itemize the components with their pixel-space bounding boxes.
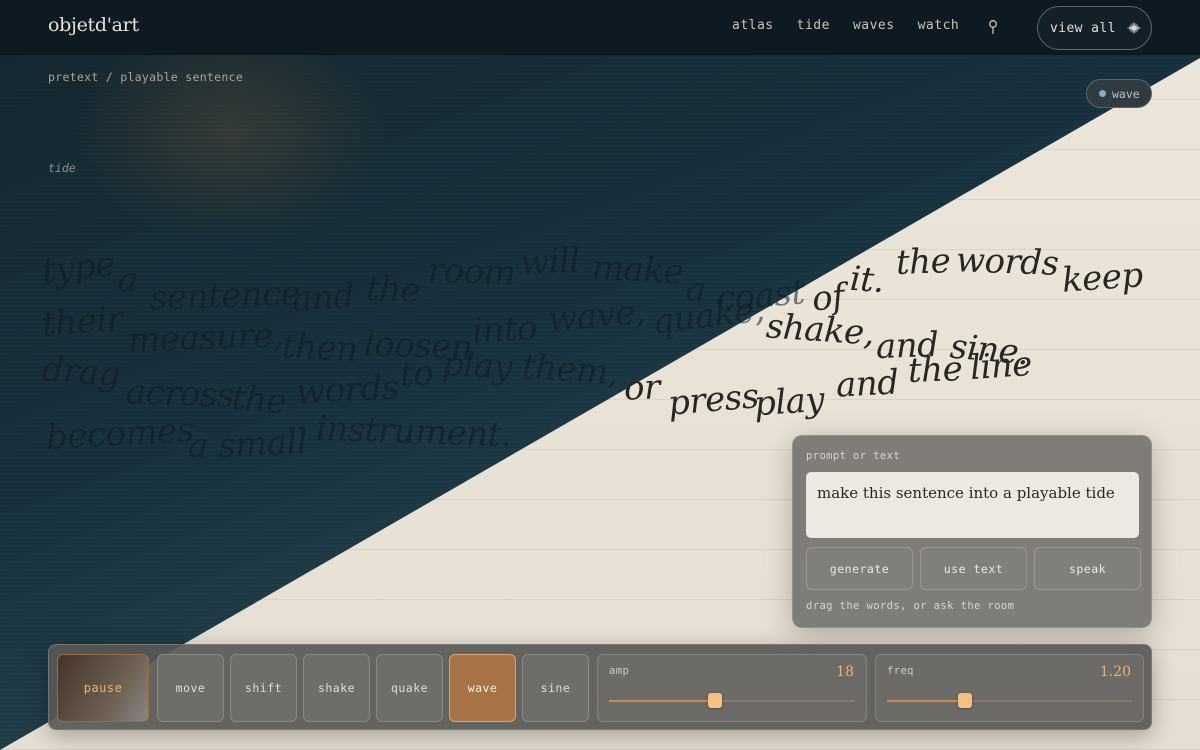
sentence-word[interactable]: their: [41, 299, 124, 345]
sentence-word[interactable]: shake,: [765, 306, 876, 353]
freq-thumb[interactable]: [958, 693, 973, 708]
freq-track[interactable]: [887, 693, 1132, 708]
sentence-word[interactable]: them,: [521, 347, 620, 394]
sentence-word[interactable]: play: [441, 344, 513, 388]
prompt-actions: generate use text speak: [806, 547, 1141, 590]
amp-label: amp: [609, 665, 630, 677]
sentence-word[interactable]: keep: [1061, 255, 1144, 301]
amp-fill: [609, 700, 715, 702]
sentence-word[interactable]: becomes: [45, 410, 195, 458]
mode-button-wave[interactable]: wave: [449, 654, 516, 722]
amp-thumb[interactable]: [707, 693, 722, 708]
use-text-button[interactable]: use text: [920, 547, 1027, 590]
sentence-word[interactable]: sentence: [149, 273, 301, 318]
playable-sentence[interactable]: type a sentence and the room will make a coast of i…: [0, 0, 1200, 750]
sentence-word[interactable]: to: [399, 353, 435, 395]
control-bar: pause move shift shake quake wave sine a…: [48, 644, 1152, 730]
sentence-word[interactable]: press: [666, 376, 760, 424]
sentence-word[interactable]: line: [969, 344, 1033, 388]
prompt-input[interactable]: make this sentence into a playable tide: [806, 472, 1139, 538]
sentence-word[interactable]: measure,: [127, 315, 283, 360]
mode-button-quake[interactable]: quake: [376, 654, 443, 722]
mode-button-shift[interactable]: shift: [230, 654, 297, 722]
sentence-word[interactable]: quake,: [650, 289, 767, 342]
sentence-word[interactable]: words: [295, 367, 399, 412]
prompt-label: prompt or text: [806, 450, 901, 462]
sentence-word[interactable]: room: [427, 250, 516, 293]
mode-button-move[interactable]: move: [157, 654, 224, 722]
sentence-word[interactable]: the: [365, 269, 421, 312]
sentence-word[interactable]: small: [217, 422, 308, 467]
amp-track[interactable]: [609, 693, 855, 708]
freq-slider: freq 1.20: [875, 654, 1144, 722]
sentence-word[interactable]: wave,: [546, 292, 646, 340]
amp-value: 18: [836, 664, 854, 680]
sentence-word[interactable]: instrument.: [315, 409, 512, 456]
sentence-word[interactable]: and: [291, 276, 356, 320]
freq-value: 1.20: [1099, 664, 1131, 680]
freq-fill: [887, 700, 966, 702]
sentence-word[interactable]: it.: [849, 259, 886, 301]
freq-label: freq: [887, 665, 914, 677]
sentence-word[interactable]: drag: [41, 349, 122, 394]
sentence-word[interactable]: the: [230, 378, 287, 423]
sentence-word[interactable]: play: [753, 380, 826, 425]
sentence-word[interactable]: then: [281, 326, 359, 370]
sentence-word[interactable]: make: [591, 248, 684, 293]
pause-button[interactable]: pause: [57, 654, 149, 722]
prompt-panel: prompt or text make this sentence into a…: [792, 435, 1152, 628]
speak-button[interactable]: speak: [1034, 547, 1141, 590]
mode-button-shake[interactable]: shake: [303, 654, 370, 722]
sentence-word[interactable]: or: [623, 367, 660, 408]
sentence-word[interactable]: into: [471, 308, 538, 351]
sentence-word[interactable]: the: [907, 349, 963, 391]
sentence-word[interactable]: type: [40, 244, 117, 291]
sentence-word[interactable]: a: [187, 425, 210, 466]
mode-button-sine[interactable]: sine: [522, 654, 589, 722]
sentence-word[interactable]: across: [125, 372, 234, 416]
sentence-word[interactable]: will: [519, 240, 581, 283]
sentence-word[interactable]: and: [835, 362, 899, 405]
sentence-word[interactable]: a: [117, 259, 140, 300]
generate-button[interactable]: generate: [806, 547, 913, 590]
prompt-hint: drag the words, or ask the room: [806, 600, 1015, 612]
amp-slider: amp 18: [597, 654, 867, 722]
sentence-word[interactable]: the: [895, 241, 951, 283]
sentence-word[interactable]: words: [955, 240, 1059, 284]
